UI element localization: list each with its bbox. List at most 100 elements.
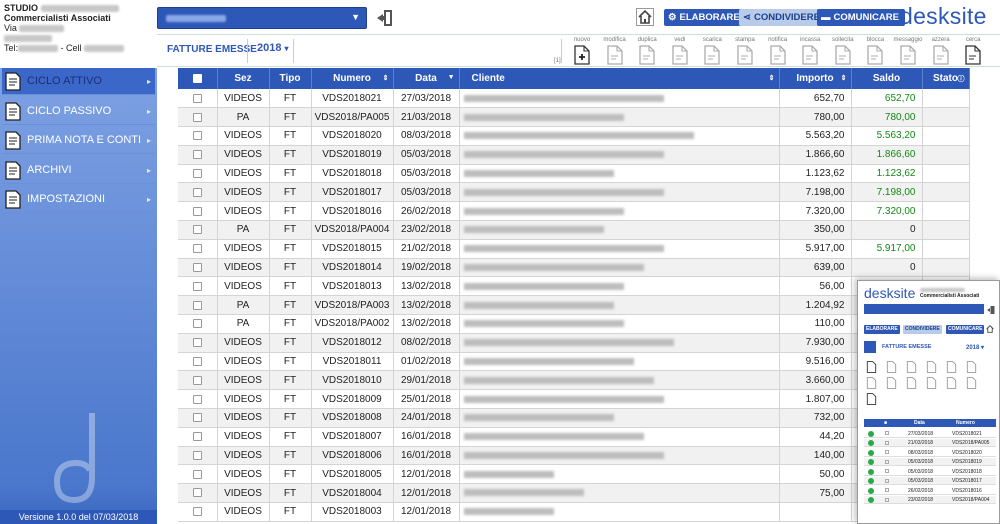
row-checkbox[interactable] (885, 450, 889, 454)
row-checkbox[interactable] (178, 333, 218, 353)
table-row[interactable]: VIDEOS FT VDS2018005 12/01/2018 50,00 (178, 464, 970, 485)
tool-vedi[interactable]: vedi (665, 36, 695, 67)
sidebar-item-archivi[interactable]: ARCHIVI ▸ (2, 157, 155, 184)
row-checkbox[interactable] (178, 258, 218, 278)
mobile-print-doc-icon[interactable] (966, 361, 977, 373)
tool-scarica[interactable]: scarica (697, 36, 727, 67)
tool-nuovo[interactable]: nuovo (567, 36, 597, 67)
mobile-column-numero[interactable]: Numero (956, 420, 975, 426)
logout-icon[interactable] (375, 8, 395, 28)
column-sez[interactable]: Sez (217, 68, 270, 89)
mobile-comunicare-button[interactable]: COMUNICARE (946, 325, 985, 334)
mobile-table-row[interactable]: 27/03/2018 VDS2018021 (864, 429, 996, 438)
mobile-table-row[interactable]: 05/03/2018 VDS2018017 (864, 476, 996, 485)
row-checkbox[interactable] (178, 370, 218, 391)
row-checkbox[interactable] (178, 389, 218, 410)
column-saldo[interactable]: Saldo (851, 68, 923, 89)
tool-messaggio[interactable]: messaggio (893, 36, 923, 67)
row-checkbox[interactable] (885, 440, 889, 445)
home-icon[interactable] (985, 324, 995, 334)
table-row[interactable]: VIDEOS FT VDS2018019 05/03/2018 1.866,60 1.86… (178, 145, 970, 165)
tool-notifica[interactable]: notifica (763, 36, 793, 67)
table-row[interactable]: VIDEOS FT VDS2018004 12/01/2018 75,00 (178, 483, 970, 504)
row-checkbox[interactable] (178, 107, 218, 128)
row-checkbox[interactable] (885, 459, 889, 464)
table-row[interactable]: PA FT VDS2018/PA005 21/03/2018 780,00 780,00 (178, 107, 970, 128)
tool-duplica[interactable]: duplica (632, 36, 662, 67)
table-row[interactable]: VIDEOS FT VDS2018016 26/02/2018 7.320,00 7.32… (178, 201, 970, 222)
row-checkbox[interactable] (885, 488, 889, 492)
column-data[interactable]: Data ▼ (393, 68, 460, 89)
row-checkbox[interactable] (178, 502, 218, 522)
tool-incassa[interactable]: incassa (795, 36, 825, 67)
sidebar-item-ciclo-attivo[interactable]: CICLO ATTIVO ▸ (2, 68, 155, 95)
table-row[interactable]: VIDEOS FT VDS2018018 05/03/2018 1.123,62 1.12… (178, 164, 970, 184)
mobile-table-row[interactable]: 23/02/2018 VDS2018/PA004 (864, 495, 996, 504)
select-all-checkbox[interactable]: ■ (884, 420, 887, 426)
sidebar-item-impostazioni[interactable]: IMPOSTAZIONI ▸ (2, 186, 155, 213)
condividere-button[interactable]: ⋖ CONDIVIDERE (739, 9, 826, 26)
column-stato[interactable]: Stato ⓘ (922, 68, 970, 89)
elaborare-button[interactable]: ⚙ ELABORARE (664, 9, 746, 26)
mobile-message-doc-icon[interactable] (946, 377, 957, 389)
expand-icon[interactable] (868, 478, 874, 484)
row-checkbox[interactable] (178, 89, 218, 109)
expand-icon[interactable] (868, 487, 874, 494)
mobile-download-doc-icon[interactable] (946, 361, 957, 373)
row-checkbox[interactable] (178, 446, 218, 466)
hamburger-menu-icon[interactable] (864, 341, 876, 353)
table-row[interactable]: VIDEOS FT VDS2018014 19/02/2018 639,00 0 (178, 258, 970, 278)
table-row[interactable]: VIDEOS FT VDS2018010 29/01/2018 3.660,00 (178, 370, 970, 391)
company-select[interactable]: ▼ (157, 7, 367, 29)
row-checkbox[interactable] (178, 239, 218, 259)
mobile-collect-doc-icon[interactable] (886, 377, 897, 389)
table-row[interactable]: VIDEOS FT VDS2018015 21/02/2018 5.917,00 5.91… (178, 239, 970, 259)
mobile-table-row[interactable]: 05/03/2018 VDS2018018 (864, 467, 996, 476)
row-checkbox[interactable] (178, 145, 218, 165)
sidebar-item-ciclo-passivo[interactable]: CICLO PASSIVO ▸ (2, 98, 155, 125)
comunicare-button[interactable]: ▬ COMUNICARE (817, 9, 905, 26)
expand-icon[interactable] (868, 459, 874, 465)
column-numero[interactable]: Numero ⇕ (311, 68, 394, 89)
logout-icon[interactable] (986, 305, 996, 315)
sidebar-item-prima-nota-e-conti[interactable]: PRIMA NOTA E CONTI ▸ (2, 127, 155, 154)
table-row[interactable]: VIDEOS FT VDS2018011 01/02/2018 9.516,00 (178, 352, 970, 372)
expand-icon[interactable] (868, 440, 874, 446)
tool-blocca[interactable]: blocca (860, 36, 890, 67)
row-checkbox[interactable] (885, 431, 889, 435)
tool-sollecita[interactable]: sollecita (828, 36, 858, 67)
table-row[interactable]: VIDEOS FT VDS2018008 24/01/2018 732,00 (178, 408, 970, 428)
table-row[interactable]: PA FT VDS2018/PA003 13/02/2018 1.204,92 (178, 295, 970, 316)
home-icon[interactable] (636, 8, 654, 26)
tool-cerca[interactable]: cerca (958, 36, 988, 67)
expand-icon[interactable] (868, 449, 874, 456)
expand-icon[interactable] (868, 430, 874, 437)
tool-modifica[interactable]: modifica (600, 36, 630, 67)
row-checkbox[interactable] (885, 478, 889, 483)
row-checkbox[interactable] (178, 483, 218, 504)
mobile-edit-doc-icon[interactable] (886, 361, 897, 373)
mobile-new-doc-icon[interactable] (866, 361, 877, 373)
table-row[interactable]: VIDEOS FT VDS2018007 16/01/2018 44,20 (178, 427, 970, 447)
table-row[interactable]: VIDEOS FT VDS2018013 13/02/2018 56,00 (178, 276, 970, 297)
row-checkbox[interactable] (885, 497, 889, 502)
table-row[interactable]: VIDEOS FT VDS2018003 12/01/2018 (178, 502, 970, 522)
mobile-table-row[interactable]: 26/02/2018 VDS2018016 (864, 486, 996, 495)
tool-stampa[interactable]: stampa (730, 36, 760, 67)
mobile-reset-doc-icon[interactable] (966, 377, 977, 389)
mobile-table-row[interactable]: 21/03/2018 VDS2018/PA005 (864, 438, 996, 447)
row-checkbox[interactable] (178, 182, 218, 203)
table-row[interactable]: PA FT VDS2018/PA002 13/02/2018 110,00 (178, 314, 970, 334)
mobile-column-data[interactable]: Data (914, 420, 925, 426)
mobile-table-row[interactable]: 05/03/2018 VDS2018019 (864, 457, 996, 466)
table-row[interactable]: PA FT VDS2018/PA004 23/02/2018 350,00 0 (178, 220, 970, 240)
row-checkbox[interactable] (178, 295, 218, 316)
expand-icon[interactable] (868, 468, 874, 475)
table-row[interactable]: VIDEOS FT VDS2018020 08/03/2018 5.563,20 5.56… (178, 126, 970, 146)
mobile-remind-doc-icon[interactable] (906, 377, 917, 389)
table-row[interactable]: VIDEOS FT VDS2018012 08/02/2018 7.930,00 (178, 333, 970, 353)
row-checkbox[interactable] (178, 201, 218, 222)
row-checkbox[interactable] (178, 276, 218, 297)
mobile-search-doc-icon[interactable] (866, 393, 877, 405)
row-checkbox[interactable] (178, 352, 218, 372)
